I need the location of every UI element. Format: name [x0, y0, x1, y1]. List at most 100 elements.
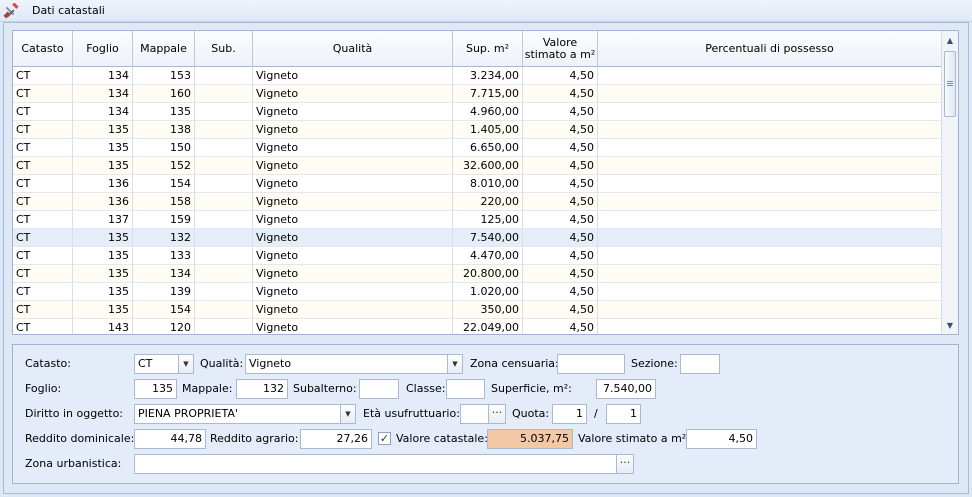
table-row[interactable]: CT 135 138 Vigneto 1.405,00 4,50	[13, 121, 941, 139]
qualita-dropdown-icon[interactable]: ▼	[447, 354, 463, 374]
superficie-input[interactable]: 7.540,00	[596, 379, 656, 399]
valore-catastale-checkbox[interactable]: ✓	[378, 432, 391, 445]
cell-sub	[195, 103, 253, 121]
table-row[interactable]: CT 135 150 Vigneto 6.650,00 4,50	[13, 139, 941, 157]
cell-perc	[598, 157, 941, 175]
quota-label: Quota:	[512, 407, 550, 420]
cell-sub	[195, 283, 253, 301]
cell-qualita: Vigneto	[253, 319, 453, 334]
cell-qualita: Vigneto	[253, 139, 453, 157]
cell-catasto: CT	[13, 247, 73, 265]
zona-urbanistica-label: Zona urbanistica:	[25, 457, 122, 470]
cell-valore: 4,50	[523, 85, 598, 103]
cell-valore: 4,50	[523, 301, 598, 319]
cell-sup: 20.800,00	[453, 265, 523, 283]
sezione-input[interactable]	[680, 354, 720, 374]
cell-mappale: 160	[133, 85, 195, 103]
cell-perc	[598, 265, 941, 283]
table-row[interactable]: CT 136 154 Vigneto 8.010,00 4,50	[13, 175, 941, 193]
header-percentuali[interactable]: Percentuali di possesso	[598, 31, 941, 67]
cell-sub	[195, 247, 253, 265]
zona-urbanistica-input[interactable]	[134, 454, 617, 474]
cell-catasto: CT	[13, 193, 73, 211]
classe-input[interactable]	[446, 379, 485, 399]
diritto-label: Diritto in oggetto:	[25, 407, 124, 420]
zona-urbanistica-ellipsis-button[interactable]: ···	[616, 454, 634, 474]
valore-catastale-label: Valore catastale:	[396, 432, 488, 445]
cell-qualita: Vigneto	[253, 247, 453, 265]
cell-sup: 32.600,00	[453, 157, 523, 175]
header-qualita[interactable]: Qualità	[253, 31, 453, 67]
table-row[interactable]: CT 136 158 Vigneto 220,00 4,50	[13, 193, 941, 211]
qualita-select[interactable]: Vigneto	[245, 354, 448, 374]
table-row[interactable]: CT 134 160 Vigneto 7.715,00 4,50	[13, 85, 941, 103]
header-valore-line2: stimato a m²	[524, 48, 596, 61]
valore-catastale-input[interactable]: 5.037,75	[487, 429, 573, 449]
tools-icon	[3, 3, 19, 19]
cell-foglio: 135	[73, 229, 133, 247]
cell-mappale: 153	[133, 67, 195, 85]
cell-valore: 4,50	[523, 283, 598, 301]
cell-valore: 4,50	[523, 319, 598, 334]
header-catasto[interactable]: Catasto	[13, 31, 73, 67]
grid-scrollbar[interactable]: ▲ ▼	[941, 31, 958, 334]
cell-perc	[598, 283, 941, 301]
catasto-dropdown-icon[interactable]: ▼	[178, 354, 194, 374]
cell-perc	[598, 211, 941, 229]
cell-valore: 4,50	[523, 247, 598, 265]
table-row[interactable]: CT 134 135 Vigneto 4.960,00 4,50	[13, 103, 941, 121]
eta-input[interactable]	[460, 404, 489, 424]
cell-catasto: CT	[13, 85, 73, 103]
cell-perc	[598, 229, 941, 247]
header-foglio[interactable]: Foglio	[73, 31, 133, 67]
table-row[interactable]: CT 135 133 Vigneto 4.470,00 4,50	[13, 247, 941, 265]
mappale-input[interactable]: 132	[236, 379, 288, 399]
table-row[interactable]: CT 134 153 Vigneto 3.234,00 4,50	[13, 67, 941, 85]
cell-foglio: 135	[73, 247, 133, 265]
scroll-down-icon[interactable]: ▼	[942, 317, 958, 333]
cell-foglio: 135	[73, 301, 133, 319]
catasto-label: Catasto:	[25, 357, 71, 370]
foglio-label: Foglio:	[25, 382, 62, 395]
zona-censuaria-input[interactable]	[557, 354, 625, 374]
cell-sup: 6.650,00	[453, 139, 523, 157]
table-row[interactable]: CT 137 159 Vigneto 125,00 4,50	[13, 211, 941, 229]
scroll-up-icon[interactable]: ▲	[942, 32, 958, 48]
cell-sub	[195, 139, 253, 157]
superficie-label: Superficie, m²:	[491, 382, 572, 395]
cell-valore: 4,50	[523, 193, 598, 211]
cell-qualita: Vigneto	[253, 193, 453, 211]
valore-stimato-input[interactable]: 4,50	[686, 429, 757, 449]
reddito-dominicale-input[interactable]: 44,78	[134, 429, 206, 449]
cell-mappale: 154	[133, 175, 195, 193]
eta-ellipsis-button[interactable]: ···	[488, 404, 506, 424]
subalterno-input[interactable]	[359, 379, 399, 399]
diritto-select[interactable]: PIENA PROPRIETA'	[134, 404, 341, 424]
cell-valore: 4,50	[523, 157, 598, 175]
cadastral-grid[interactable]: Catasto Foglio Mappale Sub. Qualità Sup.…	[12, 30, 959, 335]
table-row[interactable]: CT 143 120 Vigneto 22.049,00 4,50	[13, 319, 941, 334]
cell-catasto: CT	[13, 67, 73, 85]
diritto-dropdown-icon[interactable]: ▼	[340, 404, 356, 424]
cell-catasto: CT	[13, 265, 73, 283]
header-valore[interactable]: Valore stimato a m²	[523, 31, 598, 67]
quota-num-input[interactable]: 1	[552, 404, 587, 424]
table-row[interactable]: CT 135 134 Vigneto 20.800,00 4,50	[13, 265, 941, 283]
header-sub[interactable]: Sub.	[195, 31, 253, 67]
table-row[interactable]: CT 135 154 Vigneto 350,00 4,50	[13, 301, 941, 319]
cell-valore: 4,50	[523, 211, 598, 229]
reddito-agrario-input[interactable]: 27,26	[300, 429, 372, 449]
table-row[interactable]: CT 135 132 Vigneto 7.540,00 4,50	[13, 229, 941, 247]
table-row[interactable]: CT 135 139 Vigneto 1.020,00 4,50	[13, 283, 941, 301]
catasto-select[interactable]: CT	[134, 354, 179, 374]
header-mappale[interactable]: Mappale	[133, 31, 195, 67]
reddito-dominicale-label: Reddito dominicale:	[25, 432, 135, 445]
window-title: Dati catastali	[32, 4, 105, 17]
cell-catasto: CT	[13, 283, 73, 301]
foglio-input[interactable]: 135	[134, 379, 177, 399]
table-row[interactable]: CT 135 152 Vigneto 32.600,00 4,50	[13, 157, 941, 175]
header-sup[interactable]: Sup. m²	[453, 31, 523, 67]
scroll-thumb[interactable]	[944, 51, 956, 117]
quota-den-input[interactable]: 1	[606, 404, 641, 424]
cell-qualita: Vigneto	[253, 283, 453, 301]
